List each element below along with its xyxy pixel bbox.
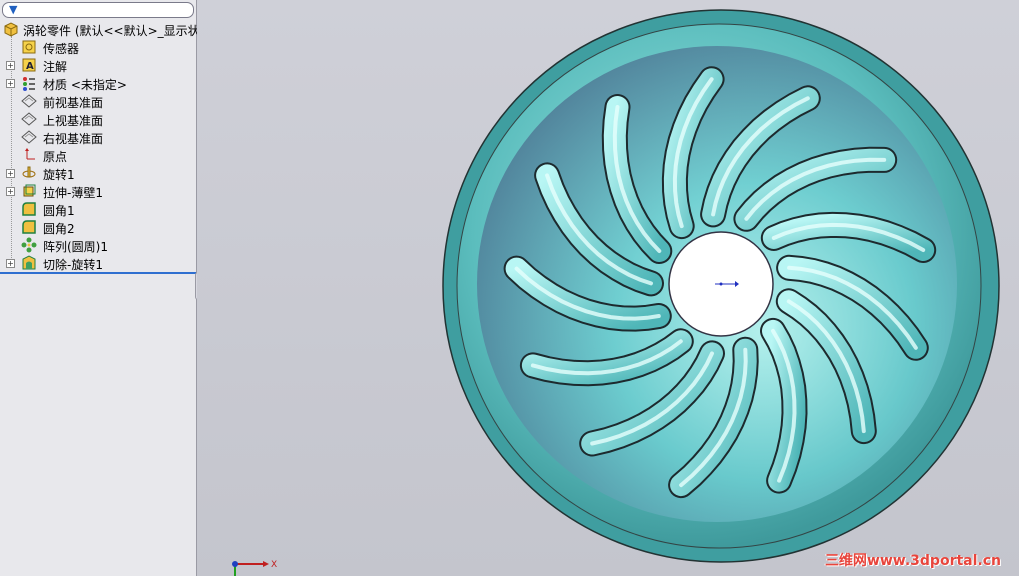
tree-item-label: 前视基准面: [43, 96, 104, 110]
extrude-icon: [23, 184, 36, 197]
tree-item[interactable]: 右视基准面: [0, 128, 196, 146]
tree-item[interactable]: + 拉伸-薄壁1: [0, 182, 196, 200]
svg-text:A: A: [26, 61, 34, 72]
expand-toggle[interactable]: +: [6, 79, 15, 88]
circular-pattern-icon: [21, 237, 37, 253]
filter-icon: ▼: [9, 3, 18, 16]
z-axis-dot: [232, 561, 238, 567]
tree-item-label: 圆角1: [43, 204, 75, 218]
tree-item[interactable]: 原点: [0, 146, 196, 164]
revolve-icon: [22, 166, 36, 178]
cut-revolve-icon: [22, 255, 36, 270]
expand-toggle[interactable]: +: [6, 259, 15, 268]
tree-item-label: 阵列(圆周)1: [43, 240, 108, 254]
tree-root-part[interactable]: 涡轮零件 (默认<<默认>_显示状: [0, 20, 200, 38]
turbine-model-view: [442, 9, 1000, 563]
tree-item-label: 传感器: [43, 42, 80, 56]
tree-item[interactable]: + 材质 <未指定>: [0, 74, 196, 92]
expand-toggle[interactable]: +: [6, 169, 15, 178]
plane-icon: [21, 94, 37, 108]
tree-item[interactable]: 传感器: [0, 38, 196, 56]
tree-item[interactable]: 上视基准面: [0, 110, 196, 128]
annotation-icon: A: [22, 58, 36, 72]
part-icon: [4, 22, 18, 37]
plane-icon: [21, 130, 37, 144]
tree-item-label: 右视基准面: [43, 132, 104, 146]
tree-item-label: 注解: [43, 60, 68, 74]
watermark: 三维网www.3dportal.cn: [824, 553, 1001, 569]
tree-item[interactable]: 前视基准面: [0, 92, 196, 110]
origin-icon: [25, 148, 35, 160]
tree-item[interactable]: + 切除-旋转1: [0, 254, 196, 272]
tree-item[interactable]: 阵列(圆周)1: [0, 236, 196, 254]
tree-item-label: 上视基准面: [43, 114, 104, 128]
tree-item-label: 圆角2: [43, 222, 75, 236]
expand-toggle[interactable]: +: [6, 187, 15, 196]
sensor-icon: [22, 40, 36, 54]
tree-filter-input[interactable]: ▼: [2, 2, 194, 18]
expand-toggle[interactable]: +: [6, 61, 15, 70]
tree-root-label: 涡轮零件 (默认<<默认>_显示状: [23, 24, 200, 38]
tree-item-label: 旋转1: [43, 168, 75, 182]
feature-manager-tree: ▼ 涡轮零件 (默认<<默认>_显示状 传感器 + A 注解 + 材质 <未指定> 前视基准…: [0, 0, 205, 576]
fillet-icon: [22, 220, 36, 234]
fillet-icon: [22, 202, 36, 216]
tree-item-label: 原点: [43, 150, 68, 164]
tree-item[interactable]: 圆角2: [0, 218, 196, 236]
tree-item-label: 材质 <未指定>: [43, 78, 127, 92]
axis-triad: X: [232, 560, 277, 576]
plane-icon: [21, 112, 37, 126]
tree-item-label: 切除-旋转1: [43, 258, 103, 272]
material-icon: [23, 77, 35, 91]
tree-item[interactable]: 圆角1: [0, 200, 196, 218]
rollback-bar[interactable]: [0, 272, 196, 274]
tree-item-label: 拉伸-薄壁1: [43, 186, 103, 200]
tree-item[interactable]: + 旋转1: [0, 164, 196, 182]
tree-item[interactable]: + A 注解: [0, 56, 196, 74]
x-axis-label: X: [271, 560, 277, 570]
graphics-viewport[interactable]: X 三维网www.3dportal.cn: [197, 0, 1019, 576]
